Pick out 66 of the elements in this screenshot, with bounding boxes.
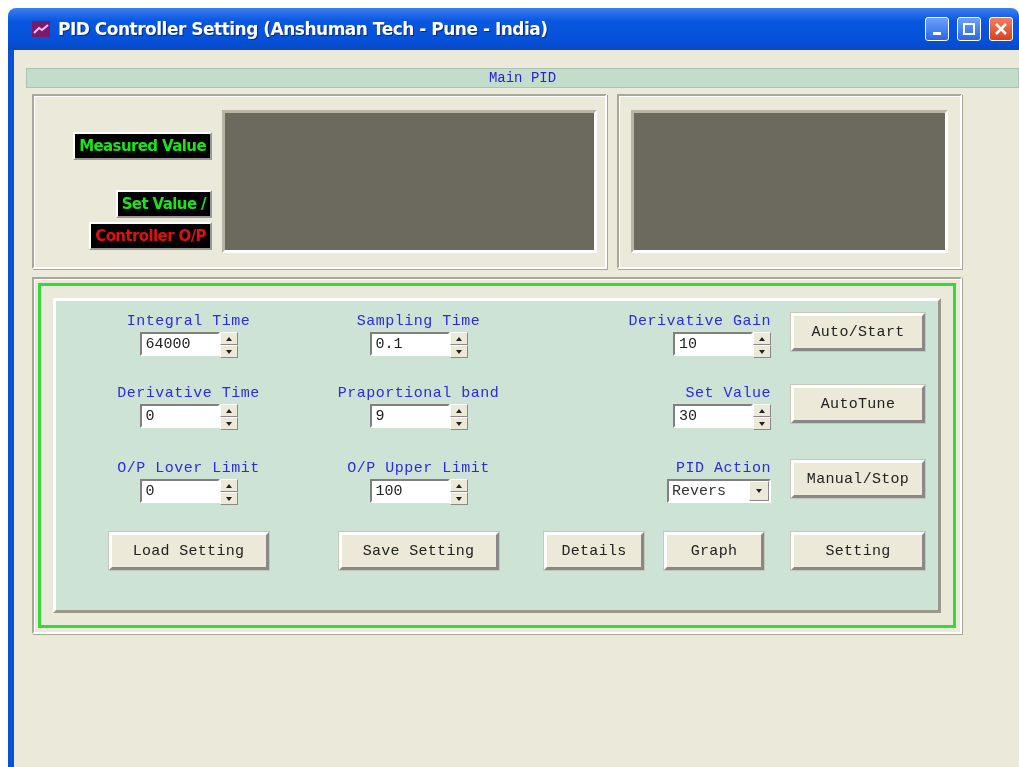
up-arrow-icon <box>225 336 232 341</box>
field-label: Sampling Time <box>356 313 481 330</box>
action-button[interactable]: Save Setting <box>338 532 499 570</box>
input-field[interactable]: 10 <box>673 332 753 356</box>
minimize-button[interactable] <box>925 17 949 41</box>
input-field[interactable]: 30 <box>673 404 753 428</box>
field-label: Derivative Gain <box>628 313 771 330</box>
action-button[interactable]: Load Setting <box>108 532 269 570</box>
app-icon <box>32 21 50 37</box>
action-button[interactable]: Manual/Stop <box>791 460 925 498</box>
spin-down-button[interactable] <box>219 492 238 505</box>
close-icon <box>995 23 1007 35</box>
minimize-icon <box>933 31 941 35</box>
action-button[interactable]: Details <box>544 532 644 570</box>
down-arrow-icon <box>759 421 765 426</box>
action-button[interactable]: AutoTune <box>791 385 925 423</box>
down-arrow-icon <box>455 421 462 426</box>
spin-down-button[interactable] <box>753 417 771 430</box>
down-arrow-icon <box>756 489 762 493</box>
down-arrow-icon <box>225 349 232 354</box>
spin-up-button[interactable] <box>753 332 771 345</box>
down-arrow-icon <box>455 349 462 354</box>
indicator-label: Controller O/P <box>89 222 212 250</box>
up-arrow-icon <box>455 408 462 413</box>
indicator-label: Set Value / <box>115 190 212 218</box>
down-arrow-icon <box>455 496 462 501</box>
input-field[interactable]: 64000 <box>139 332 220 356</box>
indicator-label: Measured Value <box>73 132 212 160</box>
maximize-button[interactable] <box>957 17 981 41</box>
field-label: Derivative Time <box>117 385 260 402</box>
up-arrow-icon <box>759 408 765 413</box>
up-arrow-icon <box>225 408 232 413</box>
spin-down-button[interactable] <box>449 492 468 505</box>
up-arrow-icon <box>225 483 232 488</box>
spin-down-button[interactable] <box>753 345 771 358</box>
up-arrow-icon <box>455 483 462 488</box>
dropdown[interactable]: Revers <box>667 479 771 503</box>
up-arrow-icon <box>759 336 765 341</box>
input-field[interactable]: 100 <box>369 479 450 503</box>
spin-down-button[interactable] <box>449 345 468 358</box>
field-label: Set Value <box>685 385 771 402</box>
input-field[interactable]: 0 <box>139 404 220 428</box>
input-field[interactable]: 9 <box>369 404 450 428</box>
down-arrow-icon <box>225 496 232 501</box>
close-button[interactable] <box>989 17 1013 41</box>
action-button[interactable]: Graph <box>664 532 764 570</box>
field-label: Praportional band <box>337 385 500 402</box>
maximize-icon <box>963 23 975 35</box>
spin-up-button[interactable] <box>753 404 771 417</box>
down-arrow-icon <box>759 349 765 354</box>
section-title: Main PID <box>26 68 1019 88</box>
down-arrow-icon <box>225 421 232 426</box>
spin-down-button[interactable] <box>449 417 468 430</box>
spin-down-button[interactable] <box>219 345 238 358</box>
field-label: O/P Upper Limit <box>347 460 490 477</box>
window-title: PID Controller Setting (Anshuman Tech - Pune - India) <box>58 19 549 39</box>
action-button[interactable]: Auto/Start <box>791 313 925 351</box>
field-label: PID Action <box>676 460 771 477</box>
spin-down-button[interactable] <box>219 417 238 430</box>
input-field[interactable]: 0.1 <box>369 332 450 356</box>
action-button[interactable]: Setting <box>791 532 925 570</box>
field-label: O/P Lover Limit <box>117 460 260 477</box>
dropdown-button[interactable] <box>749 481 769 501</box>
field-label: Integral Time <box>126 313 251 330</box>
input-field[interactable]: 0 <box>139 479 220 503</box>
up-arrow-icon <box>455 336 462 341</box>
